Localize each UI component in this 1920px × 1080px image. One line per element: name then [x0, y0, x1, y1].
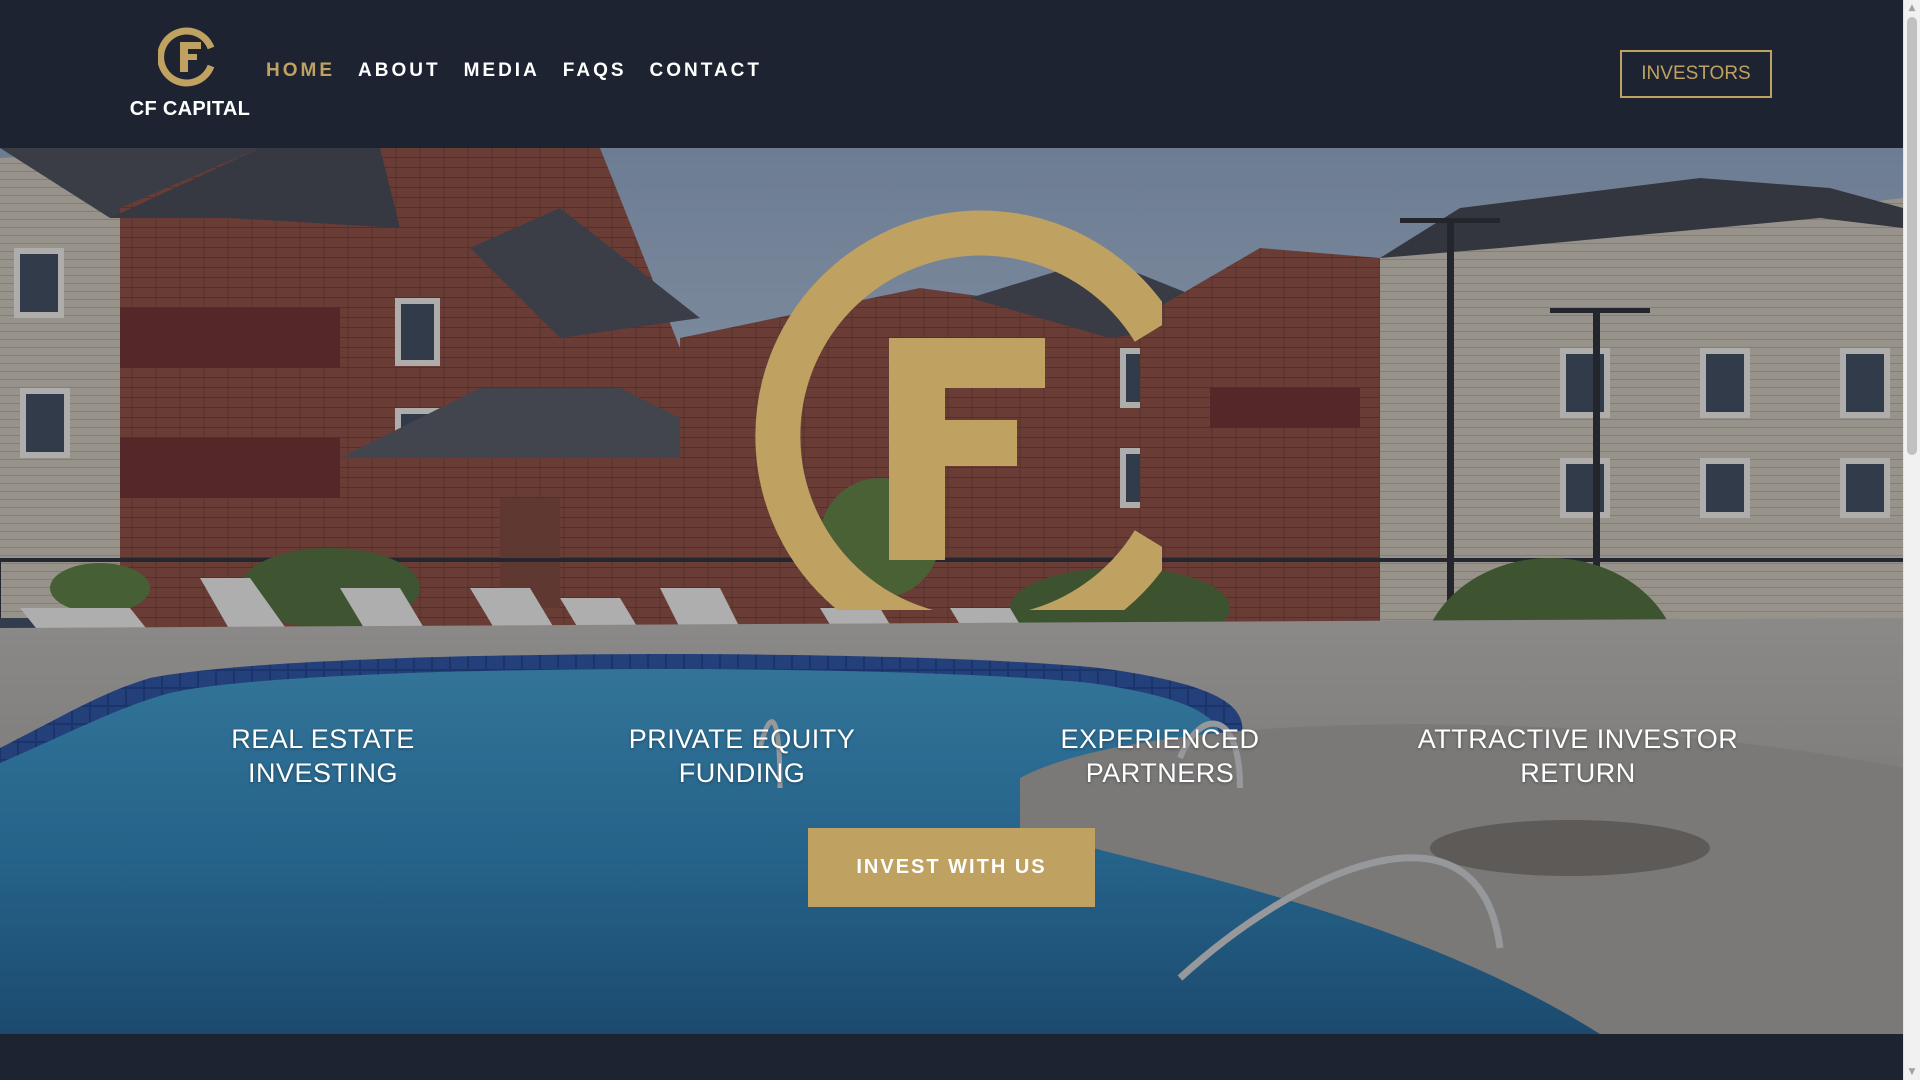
- logo-text: CF CAPITAL: [129, 98, 251, 120]
- hero-section: REAL ESTATE INVESTING PRIVATE EQUITY FUN…: [0, 148, 1903, 1034]
- scroll-up-arrow-icon[interactable]: ▲: [1904, 0, 1920, 16]
- next-section-strip: [0, 1034, 1903, 1080]
- main-nav: HOME ABOUT MEDIA FAQS CONTACT: [266, 60, 762, 82]
- invest-with-us-button[interactable]: INVEST WITH US: [808, 828, 1095, 907]
- feature-line: INVESTING: [247, 758, 399, 788]
- page: CF CAPITAL HOME ABOUT MEDIA FAQS CONTACT…: [0, 0, 1920, 1080]
- nav-item-contact[interactable]: CONTACT: [650, 60, 762, 82]
- feature-line: FUNDING: [678, 758, 806, 788]
- feature-real-estate-investing: REAL ESTATE INVESTING: [143, 722, 503, 790]
- feature-attractive-investor-return: ATTRACTIVE INVESTOR RETURN: [1398, 722, 1758, 790]
- investors-button[interactable]: INVESTORS: [1620, 50, 1772, 98]
- feature-private-equity-funding: PRIVATE EQUITY FUNDING: [562, 722, 922, 790]
- feature-line: REAL ESTATE: [231, 724, 415, 754]
- feature-line: PRIVATE EQUITY: [628, 724, 856, 754]
- feature-line: RETURN: [1520, 758, 1636, 788]
- feature-line: EXPERIENCED: [1060, 724, 1260, 754]
- site-header: CF CAPITAL HOME ABOUT MEDIA FAQS CONTACT…: [0, 0, 1903, 148]
- feature-line: PARTNERS: [1085, 758, 1235, 788]
- cf-monogram-large-icon: [755, 210, 1162, 610]
- scroll-down-arrow-icon[interactable]: ▼: [1904, 1064, 1920, 1080]
- nav-item-faqs[interactable]: FAQS: [563, 60, 627, 82]
- scroll-thumb[interactable]: [1907, 17, 1917, 455]
- cf-monogram-icon: [158, 27, 215, 87]
- feature-line: ATTRACTIVE INVESTOR: [1417, 724, 1739, 754]
- site-logo[interactable]: CF CAPITAL: [128, 24, 252, 124]
- page-scrollbar[interactable]: ▲ ▼: [1903, 0, 1920, 1080]
- nav-item-home[interactable]: HOME: [266, 60, 335, 82]
- nav-item-about[interactable]: ABOUT: [358, 60, 441, 82]
- feature-experienced-partners: EXPERIENCED PARTNERS: [980, 722, 1340, 790]
- nav-item-media[interactable]: MEDIA: [464, 60, 540, 82]
